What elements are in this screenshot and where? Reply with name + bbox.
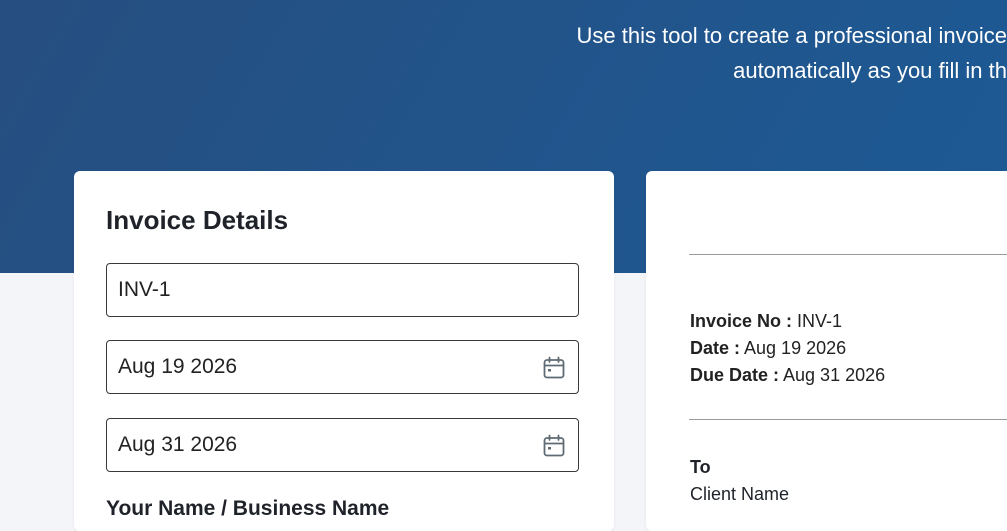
preview-divider-bottom <box>689 419 1007 420</box>
due-date-input[interactable] <box>118 419 518 471</box>
invoice-number-input[interactable] <box>118 264 518 316</box>
business-name-label: Your Name / Business Name <box>106 497 390 520</box>
hero-description: Use this tool to create a professional i… <box>387 18 1007 88</box>
invoice-preview-card: Invoice No : INV-1 Date : Aug 19 2026 Du… <box>646 171 1007 531</box>
invoice-date-label: Date : <box>690 338 741 358</box>
bill-to-label: To <box>690 457 711 477</box>
calendar-icon[interactable] <box>542 356 566 380</box>
invoice-date-field[interactable] <box>106 340 579 394</box>
due-date-value: Aug 31 2026 <box>783 365 886 385</box>
invoice-date-row: Date : Aug 19 2026 <box>690 335 885 362</box>
preview-divider-top <box>689 254 1007 255</box>
invoice-number-field[interactable] <box>106 263 579 317</box>
invoice-date-value: Aug 19 2026 <box>744 338 847 358</box>
due-date-field[interactable] <box>106 418 579 472</box>
client-name: Client Name <box>690 484 790 504</box>
invoice-no-label: Invoice No : <box>690 311 793 331</box>
invoice-meta: Invoice No : INV-1 Date : Aug 19 2026 Du… <box>690 308 885 389</box>
invoice-details-title: Invoice Details <box>106 205 289 235</box>
hero-line-2: automatically as you fill in th <box>733 58 1007 83</box>
calendar-icon[interactable] <box>542 434 566 458</box>
invoice-date-input[interactable] <box>118 341 518 393</box>
due-date-row: Due Date : Aug 31 2026 <box>690 362 885 389</box>
invoice-no-value: INV-1 <box>797 311 843 331</box>
hero-line-1: Use this tool to create a professional i… <box>576 23 1007 48</box>
invoice-details-card: Invoice Details Your Name / Business Nam… <box>74 171 614 531</box>
due-date-label: Due Date : <box>690 365 780 385</box>
bill-to-block: To Client Name <box>690 454 789 508</box>
invoice-no-row: Invoice No : INV-1 <box>690 308 885 335</box>
